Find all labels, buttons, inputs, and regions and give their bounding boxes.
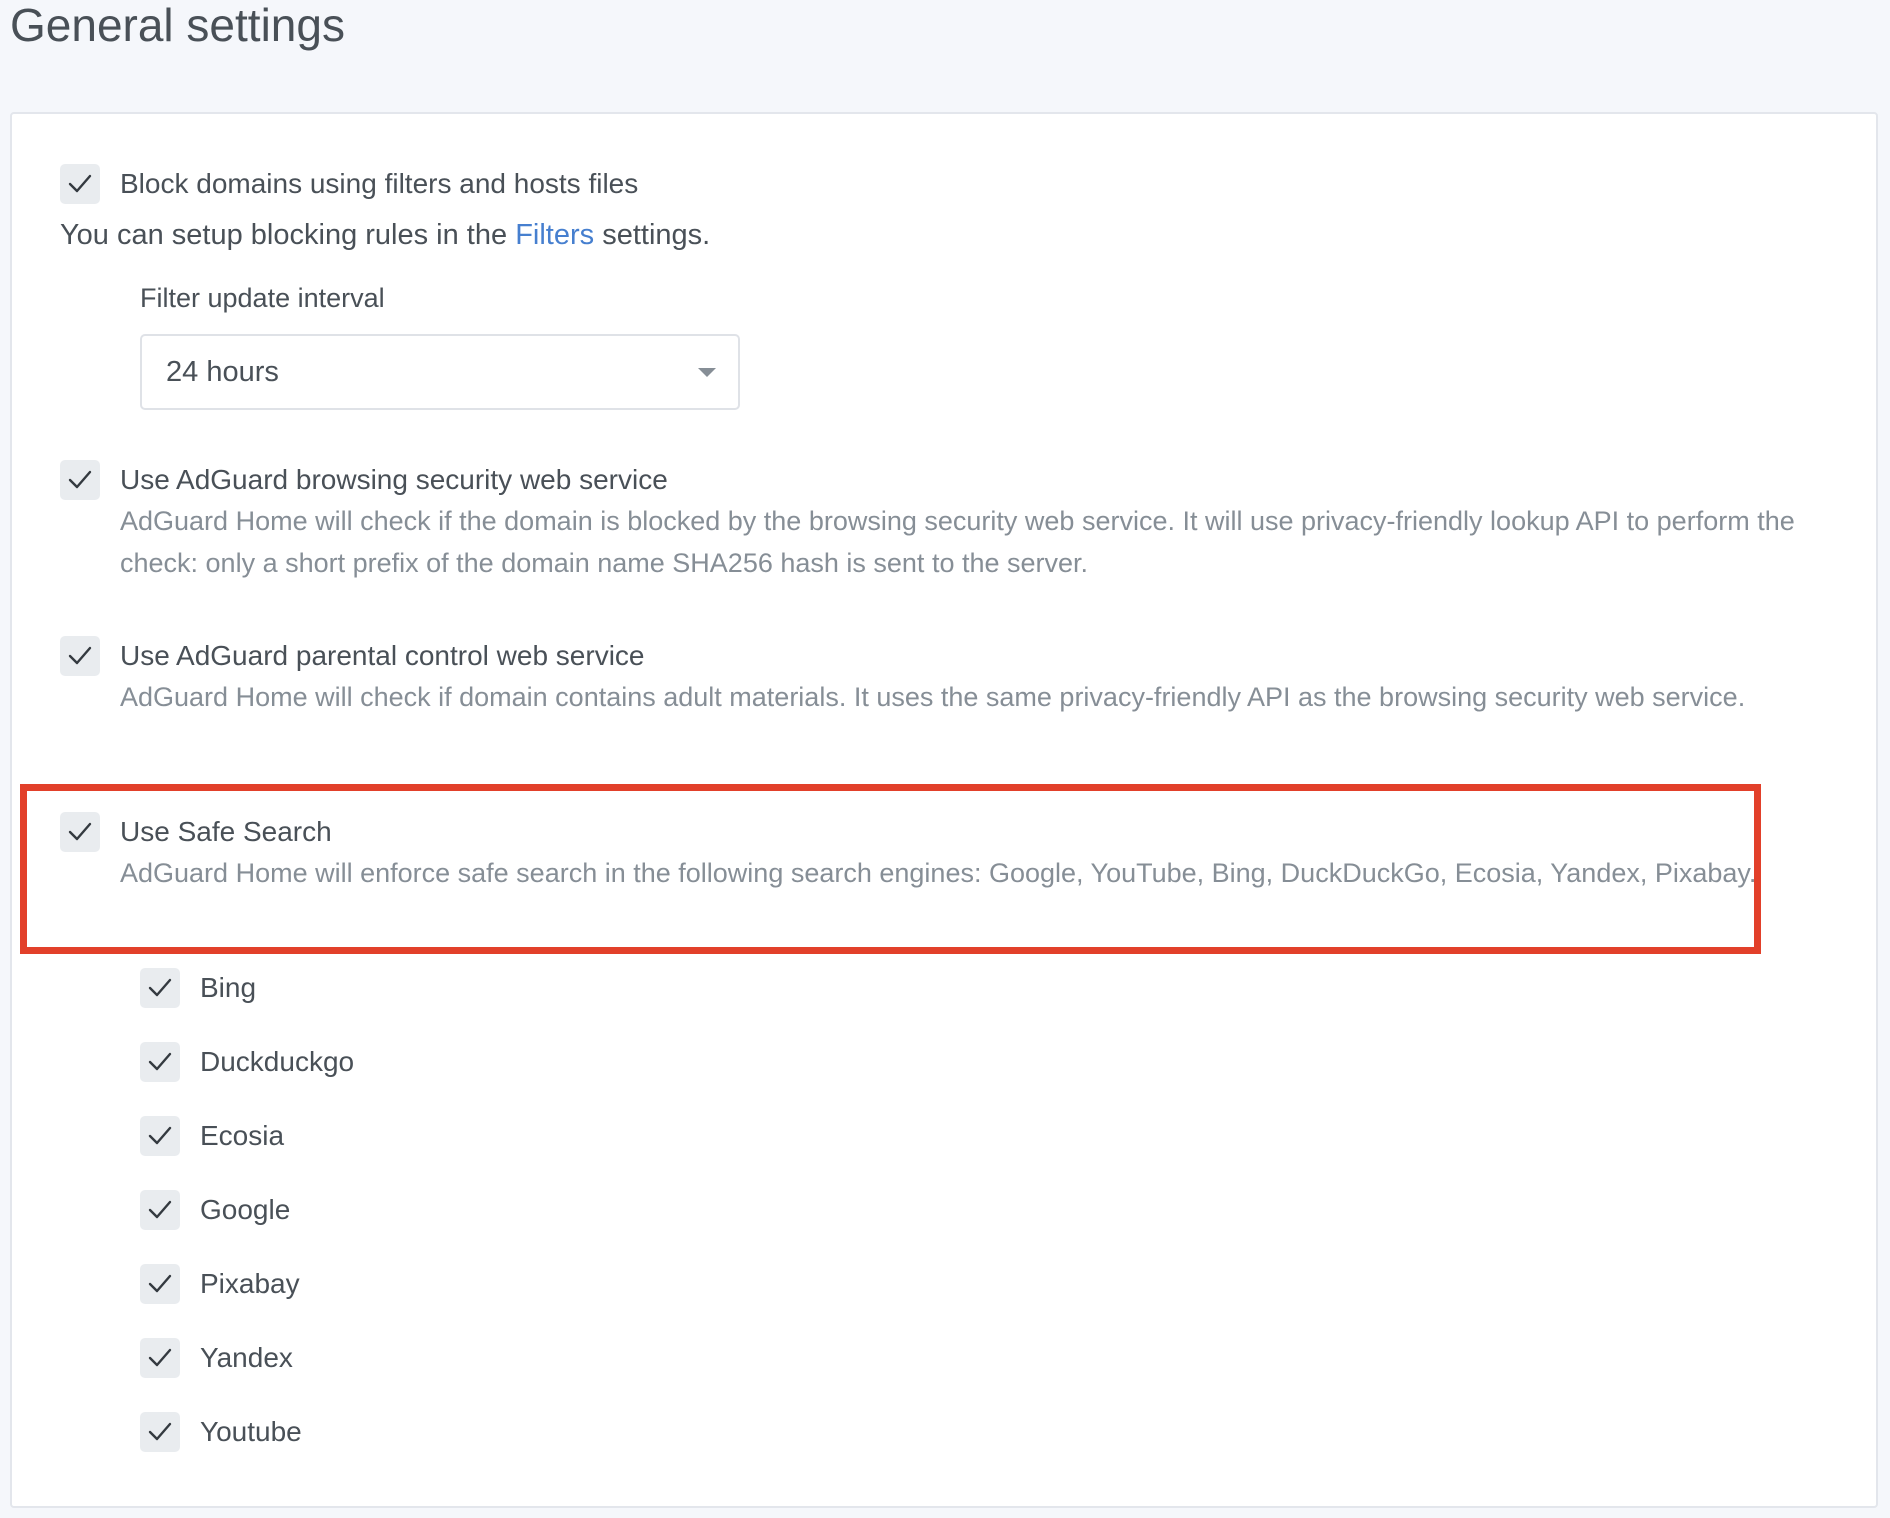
safe-search-highlight-box — [20, 784, 1761, 954]
engine-duckduckgo-label[interactable]: Duckduckgo — [200, 1042, 354, 1082]
engine-pixabay-checkbox[interactable] — [140, 1264, 180, 1304]
checkmark-icon — [148, 1200, 172, 1219]
checkmark-icon — [68, 470, 92, 489]
browsing-security-checkbox[interactable] — [60, 460, 100, 500]
checkmark-icon — [148, 1422, 172, 1441]
filters-link[interactable]: Filters — [515, 219, 594, 251]
checkmark-icon — [148, 1274, 172, 1293]
filters-info-suffix: settings. — [602, 219, 711, 251]
engine-ecosia-checkbox[interactable] — [140, 1116, 180, 1156]
filter-interval-label: Filter update interval — [140, 283, 385, 313]
engine-youtube-label[interactable]: Youtube — [200, 1412, 302, 1452]
engine-yandex-label[interactable]: Yandex — [200, 1338, 293, 1378]
checkmark-icon — [148, 1348, 172, 1367]
browsing-security-description: AdGuard Home will check if the domain is… — [120, 506, 1795, 578]
engine-bing-checkbox[interactable] — [140, 968, 180, 1008]
engine-pixabay-label[interactable]: Pixabay — [200, 1264, 300, 1304]
parental-control-label[interactable]: Use AdGuard parental control web service — [120, 636, 645, 676]
filters-info-prefix: You can setup blocking rules in the — [60, 219, 508, 251]
parental-control-checkbox[interactable] — [60, 636, 100, 676]
engine-bing-label[interactable]: Bing — [200, 968, 256, 1008]
page-title: General settings — [10, 0, 345, 51]
checkmark-icon — [148, 978, 172, 997]
checkmark-icon — [68, 174, 92, 193]
caret-down-icon — [698, 368, 716, 377]
checkmark-icon — [148, 1052, 172, 1071]
engine-yandex-checkbox[interactable] — [140, 1338, 180, 1378]
engine-google-label[interactable]: Google — [200, 1190, 290, 1230]
engine-duckduckgo-checkbox[interactable] — [140, 1042, 180, 1082]
checkmark-icon — [68, 646, 92, 665]
parental-control-description: AdGuard Home will check if domain contai… — [120, 682, 1746, 712]
engine-youtube-checkbox[interactable] — [140, 1412, 180, 1452]
filter-interval-select[interactable]: 24 hours — [140, 334, 740, 410]
engine-google-checkbox[interactable] — [140, 1190, 180, 1230]
engine-ecosia-label[interactable]: Ecosia — [200, 1116, 284, 1156]
filter-interval-value: 24 hours — [166, 356, 279, 388]
checkmark-icon — [148, 1126, 172, 1145]
browsing-security-label[interactable]: Use AdGuard browsing security web servic… — [120, 460, 668, 500]
block-filters-checkbox[interactable] — [60, 164, 100, 204]
filters-info-text: You can setup blocking rules in the Filt… — [60, 214, 710, 256]
block-filters-label[interactable]: Block domains using filters and hosts fi… — [120, 164, 638, 204]
